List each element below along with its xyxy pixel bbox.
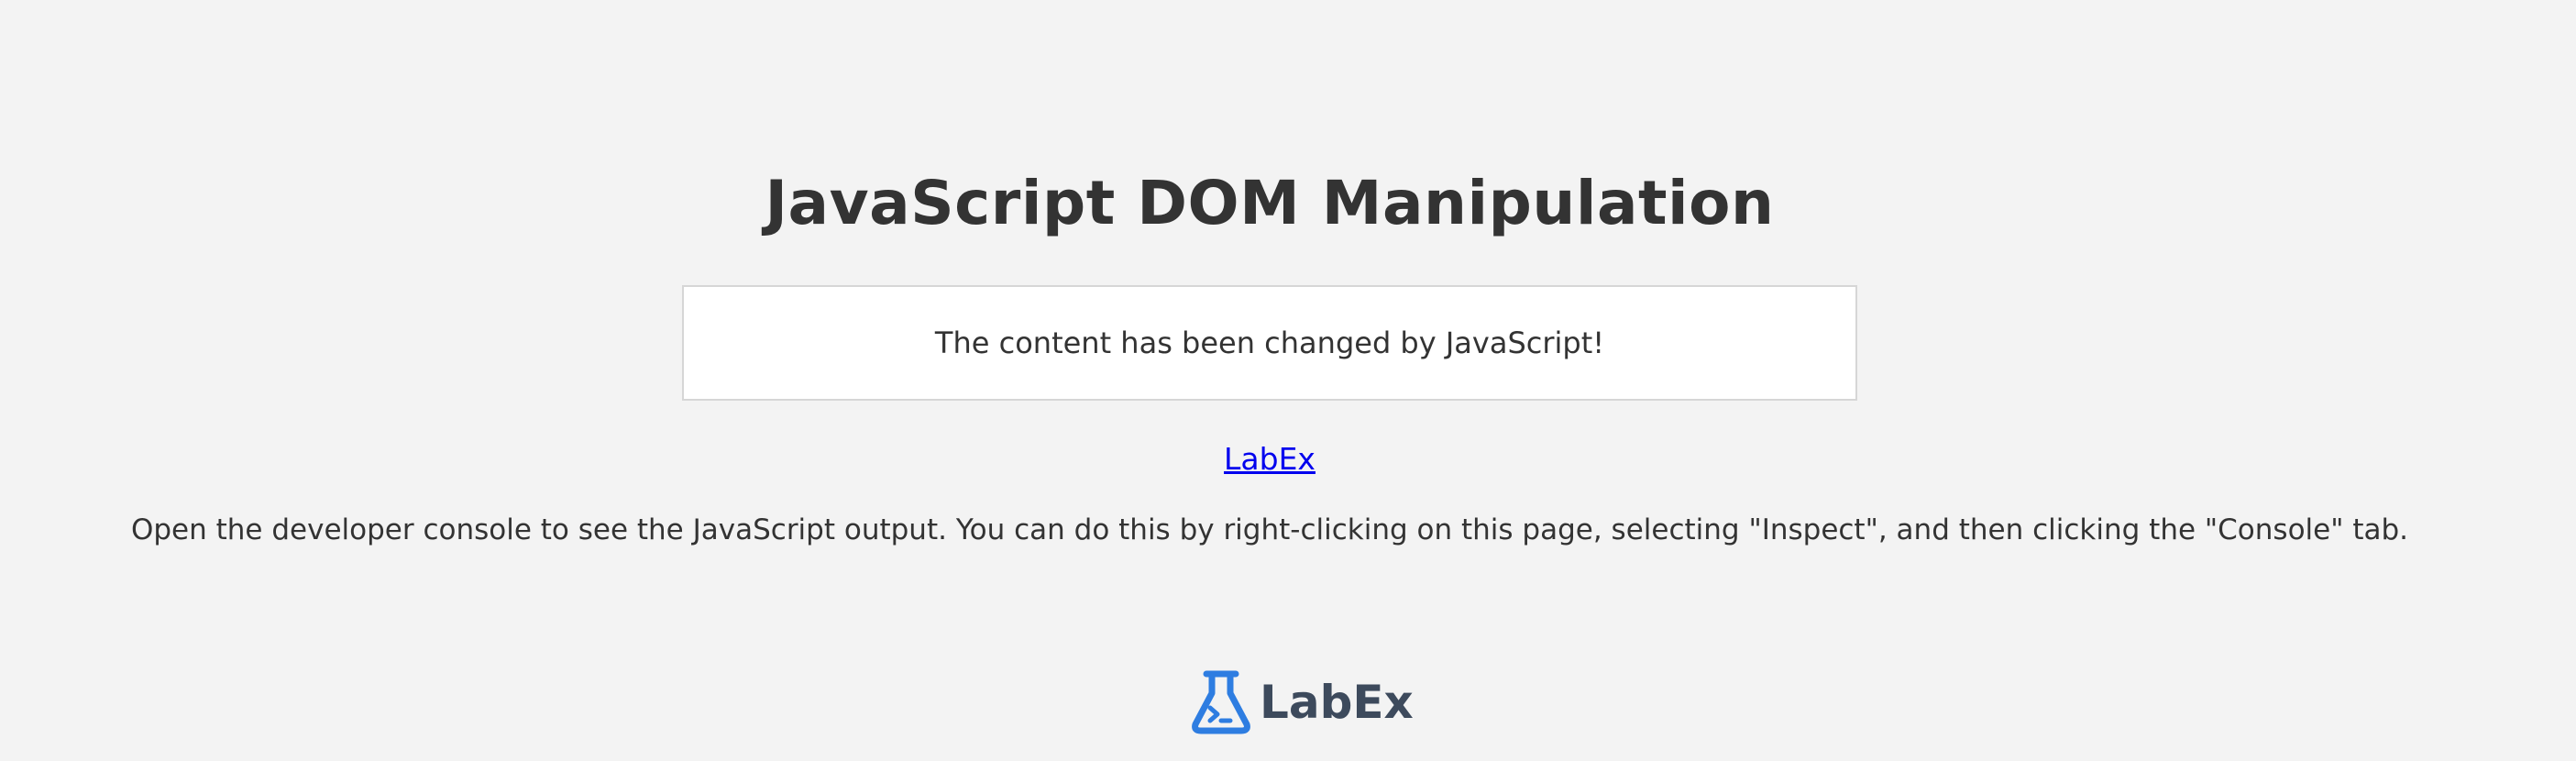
logo-text: LabEx: [1260, 676, 1414, 729]
page: JavaScript DOM Manipulation The content …: [0, 0, 2576, 761]
content-text: The content has been changed by JavaScri…: [934, 325, 1605, 360]
link-container: LabEx: [0, 436, 2539, 482]
page-title: JavaScript DOM Manipulation: [765, 168, 1775, 238]
flask-icon: [1192, 670, 1250, 734]
labex-logo[interactable]: LabEx: [1190, 669, 1414, 735]
labex-link[interactable]: LabEx: [1224, 441, 1316, 477]
instructions-text: Open the developer console to see the Ja…: [130, 513, 2409, 546]
content-box: The content has been changed by JavaScri…: [682, 285, 1857, 401]
